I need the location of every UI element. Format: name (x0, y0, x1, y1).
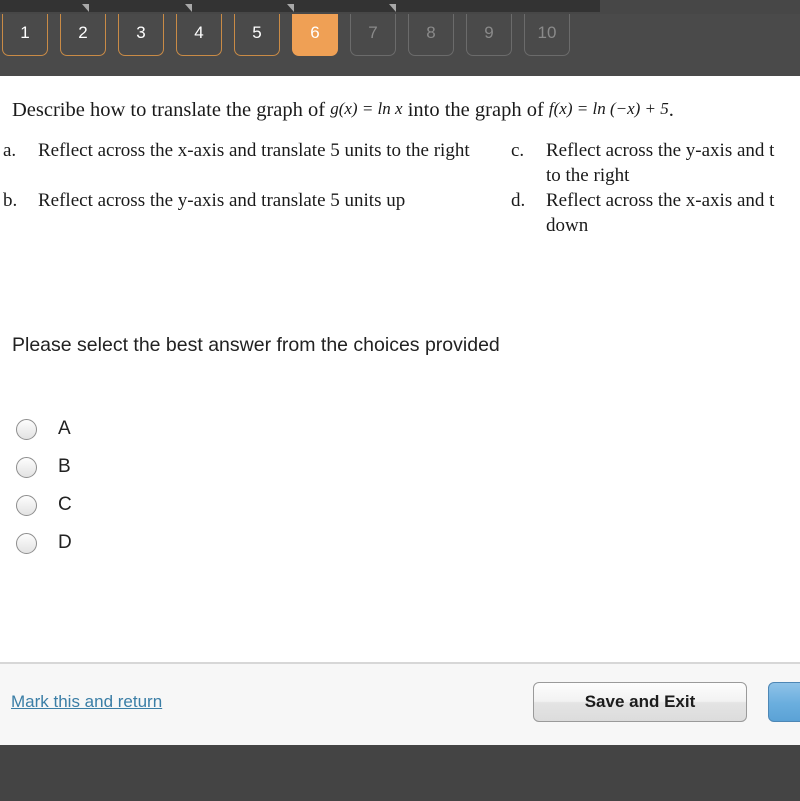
save-and-exit-button[interactable]: Save and Exit (533, 682, 747, 722)
question-tab-7: 7 (350, 14, 396, 56)
choice-c-line1: Reflect across the y-axis and t (546, 140, 775, 161)
answer-option-A[interactable]: A (16, 410, 72, 448)
top-cropped-strip (0, 0, 800, 14)
instruction-text: Please select the best answer from the c… (12, 334, 500, 356)
question-stem-part1: Describe how to translate the graph of (12, 99, 326, 121)
answer-option-D[interactable]: D (16, 524, 72, 562)
answer-option-label-B: B (58, 456, 71, 477)
question-tab-bar: 1 2 3 4 5 6 7 8 9 10 (0, 14, 800, 76)
question-tab-5[interactable]: 5 (234, 14, 280, 56)
choice-a: a. Reflect across the x-axis and transla… (0, 138, 508, 188)
mark-this-and-return-link[interactable]: Mark this and return (11, 692, 162, 712)
answer-choices: a. Reflect across the x-axis and transla… (0, 138, 800, 238)
choice-d-letter: d. (511, 190, 526, 212)
choice-b: b. Reflect across the y-axis and transla… (0, 188, 508, 238)
crop-notch-icon (389, 4, 396, 12)
answer-option-list: ABCD (16, 410, 72, 562)
question-tab-10: 10 (524, 14, 570, 56)
radio-button-A[interactable] (16, 418, 37, 440)
choice-c: c. Reflect across the y-axis and t to th… (508, 138, 800, 188)
radio-button-C[interactable] (16, 494, 37, 516)
choice-b-letter: b. (3, 190, 18, 212)
choice-d-text: Reflect across the x-axis and t down (546, 188, 800, 238)
question-content-area: Describe how to translate the graph of g… (0, 76, 800, 662)
choice-row-bd: b. Reflect across the y-axis and transla… (0, 188, 800, 238)
question-tab-3[interactable]: 3 (118, 14, 164, 56)
question-tab-4[interactable]: 4 (176, 14, 222, 56)
question-tab-8: 8 (408, 14, 454, 56)
crop-notch-icon (82, 4, 89, 12)
choice-d-line1: Reflect across the x-axis and t (546, 190, 775, 212)
choice-d: d. Reflect across the x-axis and t down (508, 188, 800, 238)
question-tab-1[interactable]: 1 (2, 14, 48, 56)
choice-a-text: Reflect across the x-axis and translate … (38, 140, 470, 161)
next-button[interactable] (768, 682, 800, 722)
radio-button-B[interactable] (16, 456, 37, 478)
math-expression-g: g(x) = ln x (330, 99, 403, 118)
bottom-cropped-band (0, 745, 800, 801)
question-stem: Describe how to translate the graph of g… (12, 99, 800, 122)
radio-button-D[interactable] (16, 532, 37, 554)
top-cropped-dark-bar (0, 0, 600, 12)
choice-c-text: Reflect across the y-axis and t to the r… (546, 138, 800, 188)
answer-option-label-A: A (58, 418, 71, 439)
question-tab-2[interactable]: 2 (60, 14, 106, 56)
question-tab-6[interactable]: 6 (292, 14, 338, 56)
choice-b-text: Reflect across the y-axis and translate … (38, 190, 406, 212)
question-stem-line: Describe how to translate the graph of g… (12, 99, 800, 122)
crop-notch-icon (287, 4, 294, 12)
answer-option-label-D: D (58, 532, 72, 553)
footer-bar: Mark this and return Save and Exit (0, 664, 800, 745)
crop-notch-icon (185, 4, 192, 12)
choice-row-ac: a. Reflect across the x-axis and transla… (0, 138, 800, 188)
question-tab-9: 9 (466, 14, 512, 56)
choice-a-letter: a. (3, 140, 17, 161)
question-stem-part2: into the graph of (407, 99, 544, 121)
choice-c-line2: to the right (546, 165, 630, 187)
choice-d-line2: down (546, 215, 589, 237)
answer-option-label-C: C (58, 494, 72, 515)
question-stem-period: . (668, 99, 674, 121)
answer-option-B[interactable]: B (16, 448, 72, 486)
question-tab-list: 1 2 3 4 5 6 7 8 9 10 (0, 14, 570, 56)
math-expression-f: f(x) = ln (−x) + 5 (548, 99, 669, 118)
answer-option-C[interactable]: C (16, 486, 72, 524)
choice-c-letter: c. (511, 140, 525, 161)
